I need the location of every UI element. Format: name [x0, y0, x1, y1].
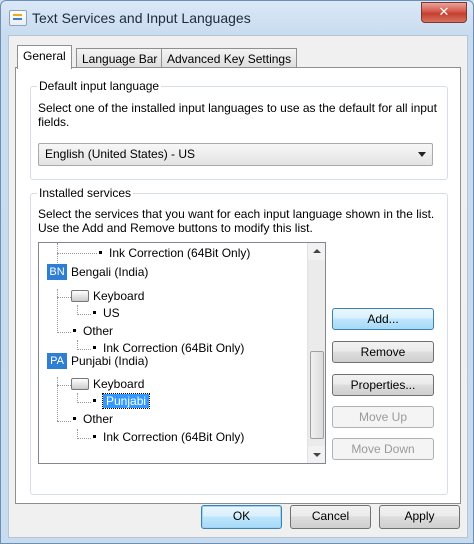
tree-item-punjabi-ink-correction[interactable]: Ink Correction (64Bit Only) [93, 429, 244, 446]
ok-button[interactable]: OK [201, 505, 282, 529]
scroll-up-arrow-icon[interactable] [308, 243, 325, 260]
remove-button[interactable]: Remove [332, 341, 434, 363]
tree-item-label: Ink Correction (64Bit Only) [103, 430, 245, 444]
tree-item-label: Ink Correction (64Bit Only) [109, 246, 251, 260]
language-badge-icon: PA [47, 353, 67, 369]
close-button[interactable]: ✕ [421, 2, 467, 23]
bullet-icon [93, 399, 96, 403]
tree-connector [57, 297, 71, 298]
tree-item-bengali-keyboard[interactable]: Keyboard [71, 288, 144, 305]
bullet-icon [73, 329, 76, 333]
chevron-down-icon [418, 152, 426, 157]
tab-advanced-key-settings[interactable]: Advanced Key Settings [161, 48, 298, 69]
bullet-icon [93, 311, 96, 315]
tree-connector [57, 332, 71, 333]
bullet-icon [99, 251, 102, 255]
tree-scrollbar[interactable] [307, 243, 325, 463]
tree-item-label-selected: Punjabi [101, 393, 151, 409]
window-title: Text Services and Input Languages [32, 10, 251, 26]
tab-language-bar[interactable]: Language Bar [76, 48, 164, 69]
keyboard-icon [71, 289, 89, 302]
installed-services-description-line-1: Select the services that you want for ea… [38, 207, 435, 221]
tree-connector [57, 289, 58, 333]
tree-item-bengali[interactable]: BN Bengali (India) [47, 264, 148, 281]
tree-item-label: Other [83, 412, 114, 426]
tree-item-label: Bengali (India) [71, 265, 149, 279]
default-language-value: English (United States) - US [45, 147, 196, 161]
tree-connector [77, 402, 91, 403]
keyboard-app-icon [9, 10, 27, 26]
installed-services-description-line-2: Use the Add and Remove buttons to modify… [38, 221, 313, 235]
default-input-language-label: Default input language [37, 79, 162, 93]
default-input-description: Select one of the installed input langua… [38, 101, 437, 129]
tree-connector [77, 438, 91, 439]
tree-item-punjabi[interactable]: PA Punjabi (India) [47, 353, 148, 370]
bullet-icon [93, 346, 96, 350]
cancel-button[interactable]: Cancel [290, 505, 371, 529]
tree-connector [77, 314, 91, 315]
installed-services-tree[interactable]: Ink Correction (64Bit Only) BN Bengali (I… [38, 242, 326, 464]
tree-item-label: Keyboard [93, 377, 145, 391]
tree-connector [57, 421, 71, 422]
language-badge-icon: BN [47, 264, 67, 280]
add-button[interactable]: Add... [332, 308, 434, 330]
scroll-thumb[interactable] [310, 351, 324, 439]
tree-item-punjabi-keyboard[interactable]: Keyboard [71, 376, 144, 393]
title-bar[interactable]: Text Services and Input Languages ✕ [1, 1, 473, 35]
tree-connector [57, 253, 97, 254]
tree-item-ink-correction[interactable]: Ink Correction (64Bit Only) [99, 245, 250, 262]
tree-item-label: Other [83, 324, 114, 338]
move-up-button[interactable]: Move Up [332, 406, 434, 428]
scroll-down-arrow-icon[interactable] [308, 446, 325, 463]
tree-item-label: Punjabi (India) [71, 354, 149, 368]
tab-general[interactable]: General [17, 45, 72, 69]
dialog-window: Text Services and Input Languages ✕ Gene… [0, 0, 474, 544]
installed-services-label: Installed services [37, 186, 134, 200]
apply-button[interactable]: Apply [379, 505, 460, 529]
tree-item-punjabi-other[interactable]: Other [73, 411, 113, 428]
tree-connector [77, 349, 91, 350]
move-down-button[interactable]: Move Down [332, 438, 434, 460]
default-language-dropdown[interactable]: English (United States) - US [38, 143, 433, 166]
tree-item-label: Keyboard [93, 289, 145, 303]
tree-item-bengali-other[interactable]: Other [73, 323, 113, 340]
bullet-icon [73, 417, 76, 421]
properties-button[interactable]: Properties... [332, 374, 434, 396]
tree-item-bengali-us[interactable]: US [93, 305, 120, 322]
keyboard-icon [71, 377, 89, 390]
tree-connector [57, 385, 71, 386]
installed-services-description: Select the services that you want for ea… [38, 207, 444, 235]
bullet-icon [93, 435, 96, 439]
tree-item-punjabi-layout[interactable]: Punjabi [93, 393, 151, 410]
tree-connector [57, 377, 58, 421]
tree-item-label: US [103, 306, 120, 320]
